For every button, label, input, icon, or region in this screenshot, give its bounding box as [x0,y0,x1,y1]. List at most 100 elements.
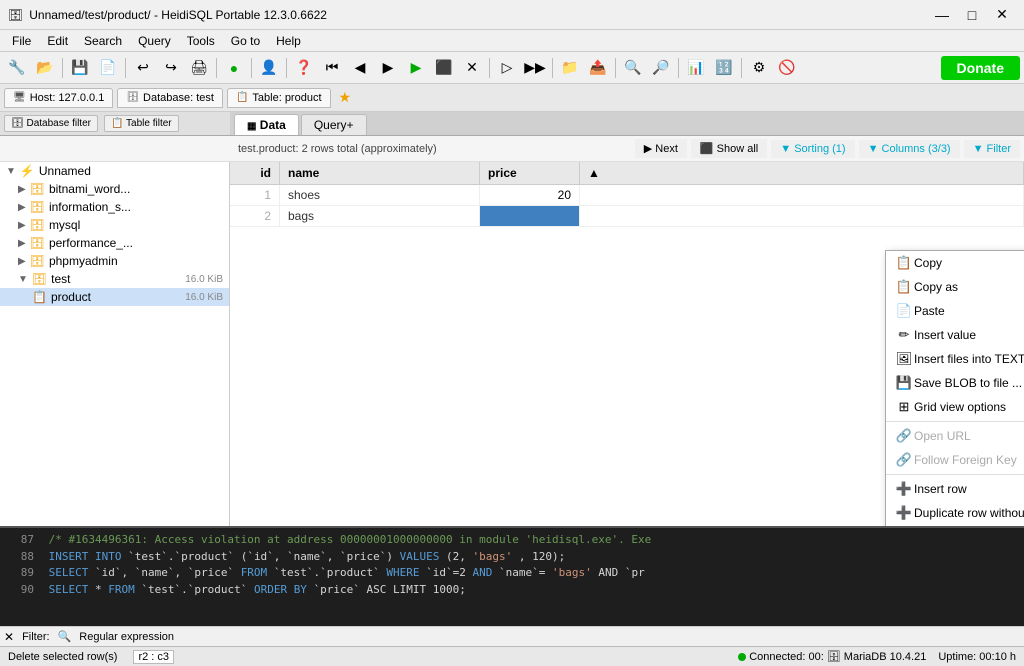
filter-button[interactable]: ▼ Filter [964,140,1020,158]
cm-save-blob[interactable]: 💾 Save BLOB to file ... [886,371,1024,395]
donate-button[interactable]: Donate [941,56,1020,80]
maximize-button[interactable]: □ [958,4,986,26]
tab-data[interactable]: ▦ Data [234,114,299,135]
tree-label-bitnami: bitnami_word... [49,182,130,196]
db-filter-area: 🗄 Database filter 📋 Table filter [0,112,230,135]
cm-dup-no-keys[interactable]: ➕ Duplicate row without keys Ctrl+Ins [886,501,1024,525]
tree-item-performance[interactable]: ▶ 🗄 performance_... [0,234,229,252]
tb-export-btn[interactable]: 📤 [585,56,611,80]
close-button[interactable]: ✕ [988,4,1016,26]
cm-copy[interactable]: 📋 Copy Ctrl+C [886,251,1024,275]
cell-info: r2 : c3 [133,650,174,664]
tree-item-test[interactable]: ▼ 🗄 test 16.0 KiB [0,270,229,288]
db-icon-info: 🗄 [30,200,45,214]
tree-item-phpmyadmin[interactable]: ▶ 🗄 phpmyadmin [0,252,229,270]
tb-first-btn[interactable]: ⏮ [319,56,345,80]
tb-open-btn[interactable]: 📂 [32,56,58,80]
tb-runall-btn[interactable]: ▶▶ [522,56,548,80]
cm-follow-fk: 🔗 Follow Foreign Key [886,448,1024,472]
cm-dup-keys[interactable]: ➕ Duplicate row with keys [886,525,1024,526]
close-filter-button[interactable]: ✕ [4,630,14,644]
tb-save-btn[interactable]: 💾 [67,56,93,80]
tb-stopalljobs-btn[interactable]: ✕ [459,56,485,80]
dup-no-keys-icon: ➕ [894,505,914,521]
tb-connect-btn[interactable]: ● [221,56,247,80]
show-all-button[interactable]: ⬛ Show all [691,139,767,158]
tab-host[interactable]: 🖥 Host: 127.0.0.1 [4,88,113,108]
cell-price-1[interactable]: 20 [480,185,580,205]
tree-item-product[interactable]: 📋 product 16.0 KiB [0,288,229,306]
tb-saveas-btn[interactable]: 📄 [95,56,121,80]
columns-button[interactable]: ▼ Columns (3/3) [859,140,960,158]
tb-find-btn[interactable]: 🔎 [648,56,674,80]
tree-item-mysql[interactable]: ▶ 🗄 mysql [0,216,229,234]
log-line-89: 89 SELECT `id`, `name`, `price` FROM `te… [4,565,1020,582]
sorting-button[interactable]: ▼ Sorting (1) [771,140,854,158]
grid-col-name[interactable]: name [280,162,480,184]
table-filter-icon: 📋 [111,118,123,129]
tb-prev-btn[interactable]: ◀ [347,56,373,80]
cm-insert-value[interactable]: ✏ Insert value ▶ [886,323,1024,347]
menu-file[interactable]: File [4,32,39,50]
tb-users-btn[interactable]: 👤 [256,56,282,80]
log-area[interactable]: 87 /* #1634496361: Access violation at a… [0,526,1024,626]
insert-value-icon: ✏ [894,327,914,343]
copy-icon: 📋 [894,255,914,271]
tb-charcode-btn[interactable]: 🔢 [711,56,737,80]
insert-files-icon: 🖼 [894,351,914,367]
cell-extra-2[interactable] [580,206,1024,226]
menu-goto[interactable]: Go to [223,32,268,50]
tb-redo-btn[interactable]: ↪ [158,56,184,80]
menu-search[interactable]: Search [76,32,130,50]
cm-copy-as[interactable]: 📋 Copy as ▶ [886,275,1024,299]
cell-name-1[interactable]: shoes [280,185,480,205]
grid-col-id[interactable]: id [230,162,280,184]
cell-extra-1[interactable] [580,185,1024,205]
minimize-button[interactable]: — [928,4,956,26]
tab-table[interactable]: 📋 Table: product [227,88,331,108]
tree-root[interactable]: ▼ ⚡ Unnamed [0,162,229,180]
tb-stop-btn[interactable]: ⬛ [431,56,457,80]
connected-indicator [738,653,746,661]
host-icon: 🖥 [13,92,26,103]
cm-insert-row[interactable]: ➕ Insert row Ins [886,477,1024,501]
cell-name-2[interactable]: bags [280,206,480,226]
table-filter-btn[interactable]: 📋 Table filter [104,115,179,132]
menu-query[interactable]: Query [130,32,179,50]
tb-profile-btn[interactable]: 📊 [683,56,709,80]
copy-as-icon: 📋 [894,279,914,295]
tab-database[interactable]: 🗄 Database: test [117,88,223,108]
next-button[interactable]: ▶ Next [635,139,687,158]
menu-tools[interactable]: Tools [179,32,223,50]
tb-stop2-btn[interactable]: 🚫 [774,56,800,80]
tb-new-btn[interactable]: 🔧 [4,56,30,80]
tree-label-info: information_s... [49,200,131,214]
cell-id-2[interactable]: 2 [230,206,280,226]
row-nav-bar: test.product: 2 rows total (approximatel… [0,136,1024,162]
tb-open-file-btn[interactable]: 📁 [557,56,583,80]
tree-item-bitnami[interactable]: ▶ 🗄 bitnami_word... [0,180,229,198]
tb-runsel-btn[interactable]: ▷ [494,56,520,80]
cm-paste[interactable]: 📄 Paste Ctrl+V [886,299,1024,323]
cell-price-2[interactable] [480,206,580,226]
cm-grid-view[interactable]: ⊞ Grid view options ▶ [886,395,1024,419]
menu-edit[interactable]: Edit [39,32,76,50]
tb-run-btn[interactable]: ▶ [403,56,429,80]
cell-id-1[interactable]: 1 [230,185,280,205]
tb-more-btn[interactable]: ⚙ [746,56,772,80]
tb-next-btn[interactable]: ▶ [375,56,401,80]
grid-col-extra[interactable]: ▲ [580,162,1024,184]
tb-print-btn[interactable]: 🖨 [186,56,212,80]
tb-undo-btn[interactable]: ↩ [130,56,156,80]
tree-arrow-perf: ▶ [18,238,26,249]
favorite-button[interactable]: ★ [339,89,352,106]
follow-fk-icon: 🔗 [894,452,914,468]
tab-query[interactable]: Query+ [301,114,367,135]
db-filter-btn[interactable]: 🗄 Database filter [4,115,98,132]
tb-help-btn[interactable]: ❓ [291,56,317,80]
grid-col-price[interactable]: price [480,162,580,184]
cm-insert-files[interactable]: 🖼 Insert files into TEXT/BLOB fields... [886,347,1024,371]
menu-help[interactable]: Help [268,32,309,50]
tree-item-information[interactable]: ▶ 🗄 information_s... [0,198,229,216]
tb-zoom-in-btn[interactable]: 🔍 [620,56,646,80]
